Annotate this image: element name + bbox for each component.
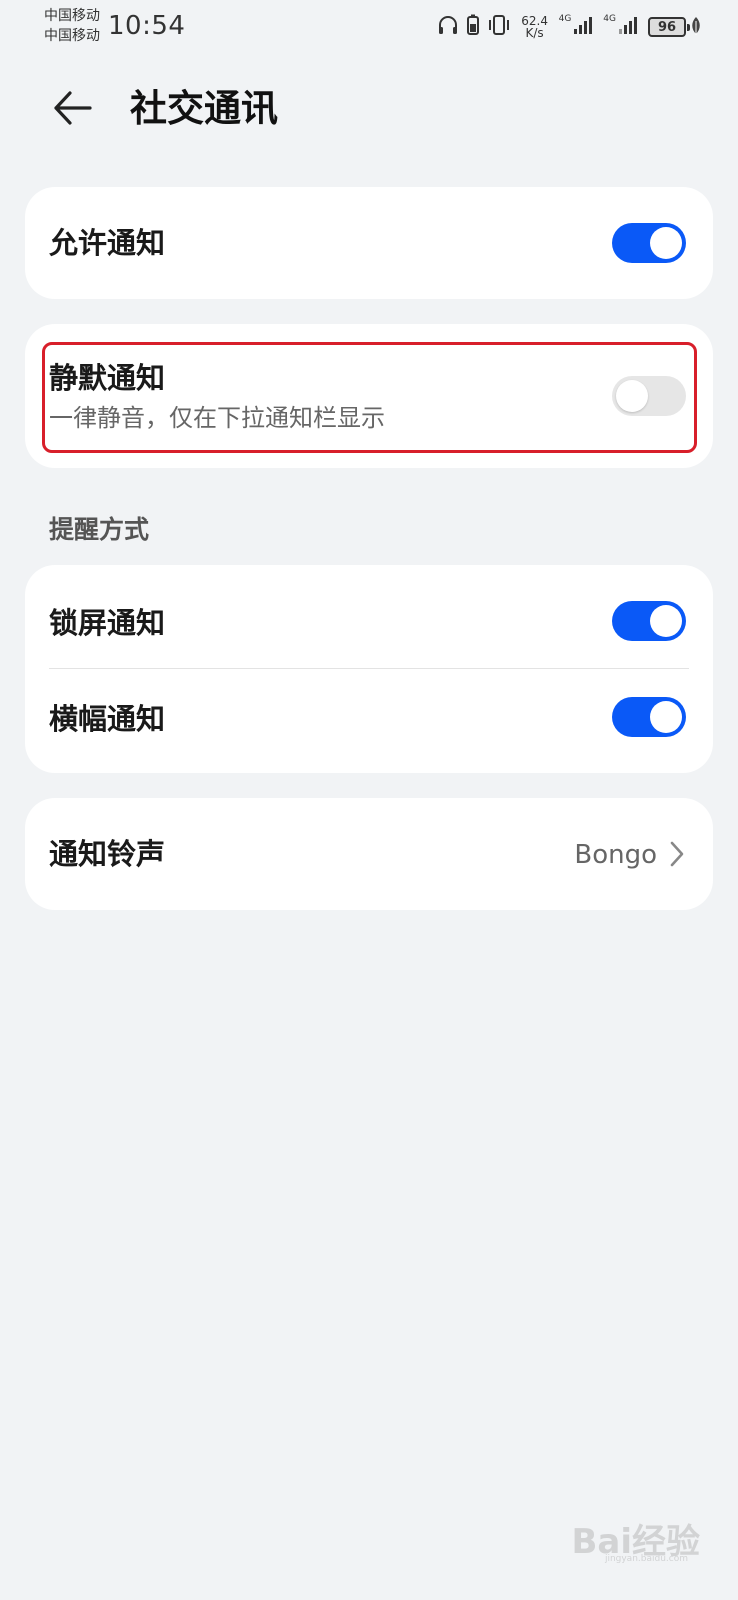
silent-notifications-card: 静默通知 一律静音，仅在下拉通知栏显示 — [25, 324, 713, 468]
notification-ringtone-label: 通知铃声 — [49, 837, 166, 871]
silent-notifications-toggle[interactable] — [612, 376, 686, 416]
carrier-2-label: 中国移动 — [44, 28, 100, 44]
lockscreen-notifications-label: 锁屏通知 — [49, 606, 166, 640]
battery-icon: 96 — [648, 17, 690, 37]
network-speed: 62.4 K/s — [519, 15, 551, 39]
chevron-right-icon — [669, 840, 685, 872]
lockscreen-notifications-toggle[interactable] — [612, 601, 686, 641]
silent-notifications-description: 一律静音，仅在下拉通知栏显示 — [49, 404, 385, 432]
signal-2-tag: 4G — [603, 14, 616, 24]
watermark: Bai经验 jingyan.baidu.com — [540, 1510, 700, 1570]
vibrate-icon — [487, 14, 511, 40]
status-icons: 62.4 K/s 4G 4G 96 — [437, 12, 690, 42]
highlight-annotation-box — [42, 342, 697, 453]
ringtone-value: Bongo — [574, 840, 657, 870]
page-title: 社交通讯 — [130, 87, 278, 130]
leaf-icon — [690, 16, 702, 40]
divider — [49, 668, 689, 669]
toggle-knob — [650, 701, 682, 733]
back-button[interactable] — [44, 82, 100, 138]
battery-saver-icon — [466, 14, 479, 40]
headphones-icon — [437, 14, 459, 40]
reminder-section-title: 提醒方式 — [49, 515, 150, 544]
toggle-knob — [650, 605, 682, 637]
notification-ringtone-row[interactable]: 通知铃声 Bongo — [25, 798, 713, 910]
allow-notifications-toggle[interactable] — [612, 223, 686, 263]
signal-icon — [618, 15, 640, 39]
watermark-url: jingyan.baidu.com — [604, 1554, 688, 1564]
banner-notifications-label: 横幅通知 — [49, 702, 166, 736]
allow-notifications-label: 允许通知 — [49, 226, 166, 260]
carrier-1-label: 中国移动 — [44, 8, 100, 24]
back-arrow-icon — [50, 86, 94, 134]
status-bar: 中国移动 中国移动 10:54 62.4 K/s 4G 4G 96 — [0, 0, 738, 52]
reminder-methods-card: 锁屏通知 横幅通知 — [25, 565, 713, 773]
toggle-knob — [616, 380, 648, 412]
battery-level: 96 — [657, 19, 677, 35]
carrier-info: 中国移动 中国移动 — [44, 6, 100, 46]
allow-notifications-card: 允许通知 — [25, 187, 713, 299]
net-speed-unit: K/s — [525, 26, 544, 40]
signal-icon — [573, 15, 595, 39]
silent-notifications-label: 静默通知 — [49, 361, 166, 395]
toggle-knob — [650, 227, 682, 259]
banner-notifications-toggle[interactable] — [612, 697, 686, 737]
signal-1-tag: 4G — [558, 14, 572, 24]
status-time: 10:54 — [108, 11, 186, 41]
